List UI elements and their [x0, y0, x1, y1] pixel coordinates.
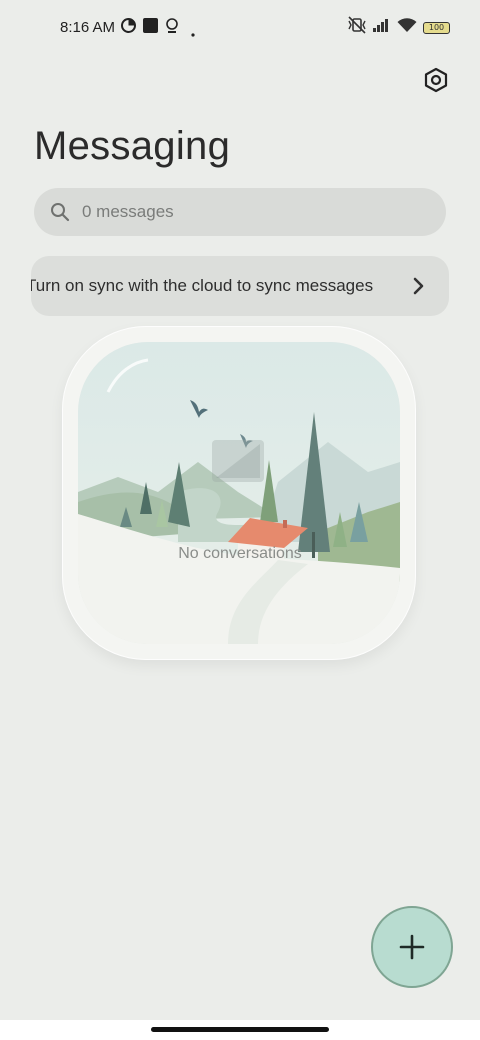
signal-icon: [373, 18, 391, 37]
wifi-icon: [397, 17, 417, 38]
sync-banner[interactable]: Turn on sync with the cloud to sync mess…: [31, 256, 449, 316]
dot-icon: [191, 24, 195, 42]
search-input[interactable]: 0 messages: [34, 188, 446, 236]
chevron-right-icon: [413, 277, 424, 295]
empty-state-text: No conversations: [178, 545, 302, 562]
landscape-illustration: [78, 342, 400, 644]
settings-hexagon-icon: [424, 67, 448, 93]
search-placeholder: 0 messages: [82, 202, 174, 221]
mute-vibrate-icon: [347, 16, 367, 39]
new-message-button[interactable]: [371, 906, 453, 988]
settings-button[interactable]: [422, 66, 450, 94]
empty-state-illustration: [78, 342, 400, 644]
empty-state-illustration-frame: [62, 326, 416, 660]
status-bar: 8:16 AM 100: [0, 0, 480, 56]
status-time: 8:16 AM: [60, 19, 116, 36]
search-icon: [51, 203, 70, 222]
page-title: Messaging: [34, 124, 231, 168]
stop-square-icon: [143, 18, 158, 38]
plus-icon: [399, 934, 425, 960]
sync-banner-text: Turn on sync with the cloud to sync mess…: [31, 276, 374, 295]
navigation-bar: [0, 1020, 480, 1040]
data-saver-icon: [121, 18, 136, 38]
battery-icon: 100: [423, 21, 450, 34]
home-indicator[interactable]: [151, 1027, 329, 1032]
bulb-icon: [165, 18, 179, 39]
